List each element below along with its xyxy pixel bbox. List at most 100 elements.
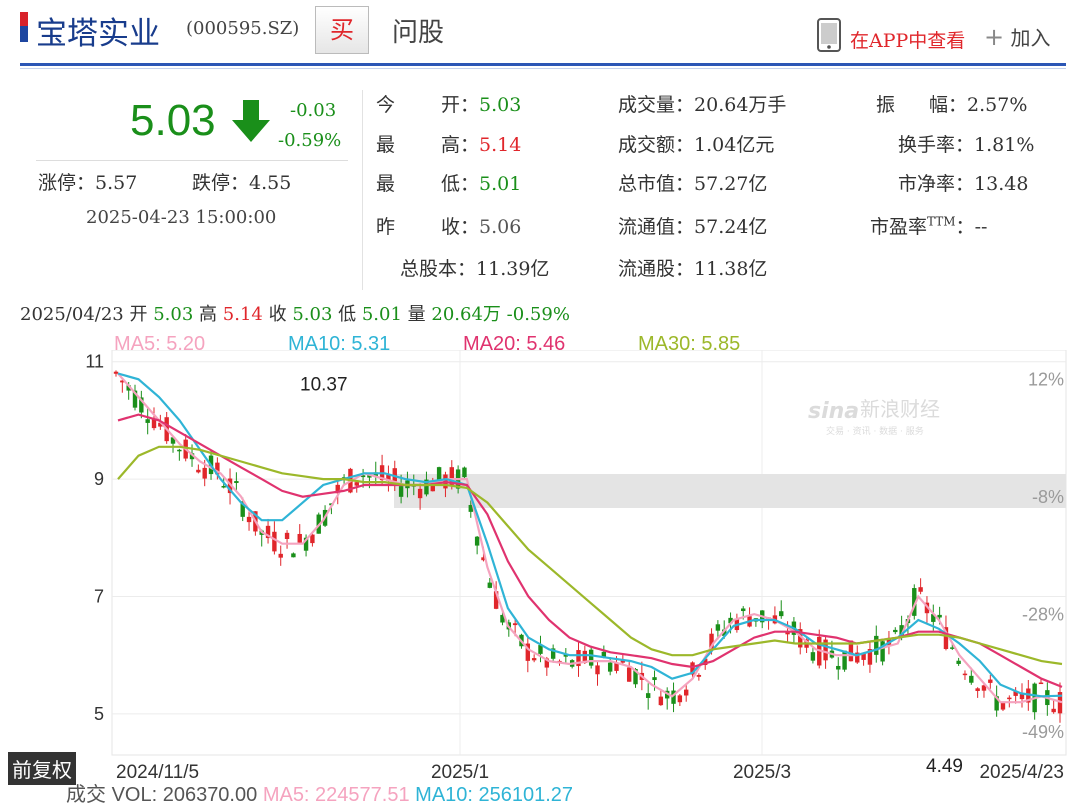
stat-value: 2.57% (967, 94, 1028, 116)
brand-mark (20, 12, 28, 42)
x-tick-label: 2025/3 (733, 762, 791, 780)
candle-body (626, 667, 632, 682)
candle-body (291, 553, 296, 558)
summary-close-label: 收 (268, 304, 287, 325)
candle-body (874, 635, 879, 655)
candle-body (842, 650, 847, 670)
stat-label: 市盈率 (870, 216, 928, 238)
stat-label: 今 (376, 94, 396, 116)
candle-body (652, 677, 657, 681)
phone-icon[interactable] (816, 18, 842, 56)
summary-date: 2025/04/23 (20, 304, 124, 325)
price-annotation: 10.37 (300, 375, 348, 396)
stat-label: 成交量： (618, 94, 695, 116)
candle-body (715, 624, 721, 631)
add-watchlist-button[interactable]: + 加入 (984, 22, 1050, 51)
divider (362, 90, 363, 290)
stat-float-shares: 流通股：11.38亿 (618, 254, 767, 281)
summary-high: 5.14 (222, 304, 263, 325)
quote-time: 2025-04-23 15:00:00 (86, 207, 277, 228)
stat-value: 5.06 (479, 216, 522, 238)
stat-label: 流通值： (618, 216, 695, 238)
candle-body (1000, 702, 1006, 710)
summary-high-label: 高 (199, 304, 218, 325)
kline-chart[interactable]: sina 新浪财经 交易 · 资讯 · 数据 · 服务 11 9 7 5 12% -8% -… (0, 350, 1080, 780)
candle-body (1038, 682, 1044, 685)
candle-body (196, 469, 201, 473)
svg-text:新浪财经: 新浪财经 (860, 397, 940, 421)
stat-value: 11.39亿 (476, 258, 550, 280)
candle-body (969, 675, 974, 683)
candle-body (474, 536, 480, 546)
candle-body (975, 688, 980, 691)
candle-body (234, 481, 239, 484)
candle-body (177, 449, 182, 452)
arrow-down-icon (230, 98, 272, 148)
stat-label: 昨 (376, 216, 396, 238)
y-tick-label: 9 (94, 469, 104, 489)
candle-body (284, 532, 290, 539)
volume-label: 成交 (66, 784, 106, 806)
volume-ma10: MA10: 256101.27 (415, 784, 574, 806)
y-tick-label-right: 12% (1028, 370, 1064, 390)
stat-label: 总股本： (400, 258, 477, 280)
stat-market-cap: 总市值：57.27亿 (618, 169, 767, 196)
candle-body (1007, 697, 1012, 700)
stat-value: 57.27亿 (694, 173, 768, 195)
candle-body (278, 553, 283, 558)
buy-button[interactable]: 买 (315, 6, 369, 54)
candle-body (956, 660, 961, 664)
price-band (394, 474, 1066, 508)
summary-vol: 20.64万 (431, 304, 501, 325)
candle-body (145, 419, 150, 423)
stat-total-shares: 总股本：11.39亿 (400, 254, 549, 281)
stat-open: 今 开：5.03 (376, 90, 521, 117)
price-annotation: 4.49 (926, 756, 963, 777)
x-tick-label: 2025/4/23 (979, 762, 1064, 780)
y-tick-label: 7 (94, 587, 104, 607)
candle-body (512, 623, 518, 626)
y-tick-label: 11 (85, 352, 104, 372)
price-change: -0.03 (290, 100, 337, 121)
stat-turnover-rate: 换手率：1.81% (898, 130, 1034, 157)
candle-body (297, 533, 302, 543)
candle-body (658, 696, 664, 706)
stat-value: 20.64万手 (694, 94, 787, 116)
header-divider-thin (20, 68, 1066, 69)
summary-pct: -0.59% (506, 304, 570, 325)
stat-amplitude: 振 幅：2.57% (876, 90, 1027, 117)
limit-up-label: 涨停： (38, 172, 96, 194)
limit-down-value: 4.55 (249, 172, 292, 194)
ask-stock-link[interactable]: 问股 (392, 12, 444, 49)
limit-up: 涨停：5.57 (38, 168, 137, 195)
stat-label: 开： (441, 94, 480, 116)
summary-open: 5.03 (153, 304, 194, 325)
stat-label: 低： (441, 173, 480, 195)
y-tick-label: 5 (94, 704, 104, 724)
candle-body (417, 488, 423, 499)
candle-body (436, 467, 442, 481)
divider (36, 160, 348, 161)
candle-body (988, 679, 993, 683)
candle-body (221, 486, 226, 488)
stat-low: 最 低：5.01 (376, 169, 521, 196)
volume-ma5: MA5: 224577.51 (262, 784, 410, 806)
current-price: 5.03 (130, 96, 216, 145)
stat-float-cap: 流通值：57.24亿 (618, 212, 767, 239)
stat-label: 换手率： (898, 134, 975, 156)
stat-value: 1.81% (974, 134, 1035, 156)
stat-volume: 成交量：20.64万手 (618, 90, 786, 117)
stat-label: 最 (376, 134, 396, 156)
stat-label: 市净率： (898, 173, 975, 195)
sina-finance-watermark: sina 新浪财经 交易 · 资讯 · 数据 · 服务 (808, 397, 940, 437)
candle-body (684, 689, 689, 696)
candle-body (607, 662, 613, 672)
stat-label: 高： (441, 134, 480, 156)
summary-vol-label: 量 (407, 304, 426, 325)
candle-body (202, 467, 207, 479)
stat-value: 1.04亿元 (694, 134, 775, 156)
view-in-app-link[interactable]: 在APP中查看 (850, 26, 965, 53)
stat-label: 成交额： (618, 134, 695, 156)
summary-low-label: 低 (338, 304, 357, 325)
stat-label: 流通股： (618, 258, 695, 280)
